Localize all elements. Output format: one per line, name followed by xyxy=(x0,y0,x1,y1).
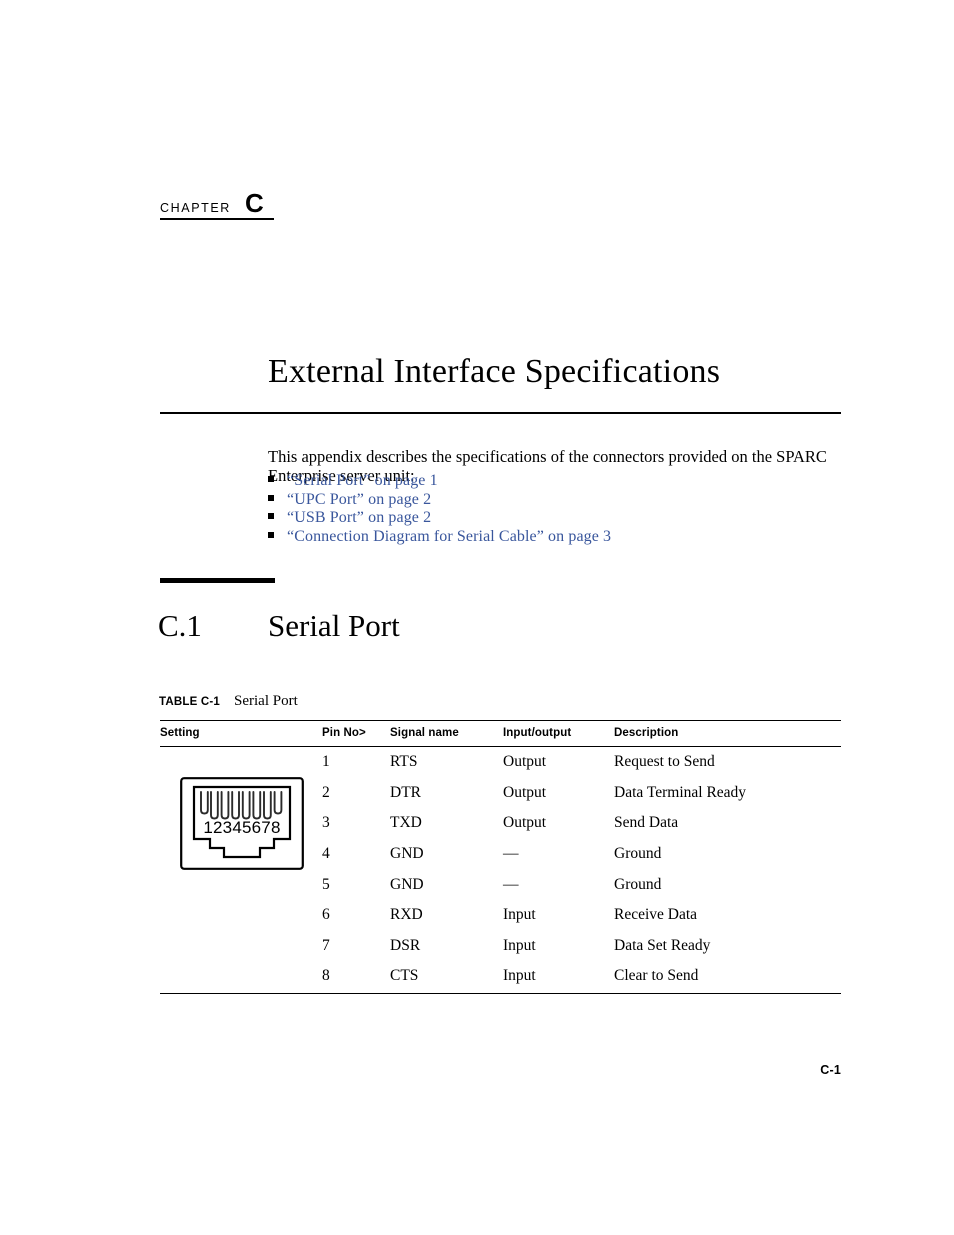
page-title: External Interface Specifications xyxy=(268,352,721,390)
section-heading: C.1 Serial Port xyxy=(158,608,400,644)
column-header-input-output: Input/output xyxy=(503,720,614,747)
bullet-square-icon xyxy=(268,531,274,538)
cell-pin-no: 2 xyxy=(322,783,330,801)
cell-setting xyxy=(160,931,322,962)
table-header: Setting Pin No> Signal name Input/output… xyxy=(160,720,841,747)
column-header-pin-no: Pin No> xyxy=(322,720,390,747)
cell-input-output: — xyxy=(503,875,519,893)
cell-description: Data Set Ready xyxy=(614,936,711,954)
cell-pin-no: 8 xyxy=(322,961,390,995)
cell-description: Request to Send xyxy=(614,753,715,771)
cell-setting xyxy=(160,747,322,778)
cell-input-output: Output xyxy=(503,753,547,771)
cell-pin-no: 3 xyxy=(322,814,330,832)
column-header-description: Description xyxy=(614,720,841,747)
bullet-square-icon xyxy=(268,476,274,482)
cell-description: Data Terminal Ready xyxy=(614,783,747,801)
chapter-underline-rule xyxy=(160,218,274,220)
cell-pin-no: 6 xyxy=(322,906,330,924)
table-row: 6 RXD Input Receive Data xyxy=(160,900,841,931)
cell-signal-name: RTS xyxy=(390,753,418,771)
cell-pin-no: 7 xyxy=(322,936,330,954)
cell-signal-name: DSR xyxy=(390,936,421,954)
page-number: C-1 xyxy=(820,1063,841,1077)
cell-description: Ground xyxy=(614,845,662,863)
cell-setting xyxy=(160,900,322,931)
cell-signal-name: GND xyxy=(390,875,424,893)
cell-description: Ground xyxy=(614,875,662,893)
chapter-letter: C xyxy=(244,188,264,218)
list-item[interactable]: “Serial Port” on page 1 xyxy=(268,472,828,491)
cell-input-output: Input xyxy=(503,961,614,995)
column-header-setting: Setting xyxy=(160,720,322,747)
table-caption-label: TABLE C-1 xyxy=(159,696,221,708)
cell-pin-no: 4 xyxy=(322,845,330,863)
cell-signal-name: DTR xyxy=(390,783,421,801)
cell-description: Clear to Send xyxy=(614,961,841,995)
list-item[interactable]: “Connection Diagram for Serial Cable” on… xyxy=(268,528,828,547)
column-header-signal-name: Signal name xyxy=(390,720,503,747)
link-serial-port[interactable]: “Serial Port” on page 1 xyxy=(287,472,438,490)
section-heading-rule xyxy=(160,578,275,583)
cell-description: Send Data xyxy=(614,814,679,832)
cell-pin-no: 1 xyxy=(322,753,330,771)
chapter-header: CHAPTER C xyxy=(160,188,278,220)
cell-input-output: Input xyxy=(503,906,536,924)
cell-pin-no: 5 xyxy=(322,875,330,893)
section-number: C.1 xyxy=(158,608,202,643)
bullet-square-icon xyxy=(268,494,274,501)
section-title: Serial Port xyxy=(268,608,400,643)
cell-signal-name: RXD xyxy=(390,906,423,924)
link-upc-port[interactable]: “UPC Port” on page 2 xyxy=(287,491,431,509)
table-row: 7 DSR Input Data Set Ready xyxy=(160,931,841,962)
table-row: 8 CTS Input Clear to Send xyxy=(160,961,841,995)
table-caption: TABLE C-1 Serial Port xyxy=(159,693,298,710)
cell-setting xyxy=(160,869,322,900)
cell-input-output: — xyxy=(503,845,519,863)
title-divider-rule xyxy=(160,412,841,414)
table-row: 1 RTS Output Request to Send xyxy=(160,747,841,778)
rj45-connector-icon: 12345678 xyxy=(180,777,304,870)
bullet-square-icon xyxy=(268,513,274,519)
cell-signal-name: GND xyxy=(390,845,424,863)
link-usb-port[interactable]: “USB Port” on page 2 xyxy=(287,509,431,527)
cell-setting xyxy=(160,961,322,995)
list-item[interactable]: “UPC Port” on page 2 xyxy=(268,491,828,510)
chapter-label: CHAPTER xyxy=(160,201,231,215)
table-caption-title: Serial Port xyxy=(234,693,298,709)
rj45-connector-figure: 12345678 xyxy=(180,777,304,870)
table-header-row: Setting Pin No> Signal name Input/output… xyxy=(160,720,841,747)
page-footer: C-1 xyxy=(0,1063,841,1077)
list-item[interactable]: “USB Port” on page 2 xyxy=(268,509,828,528)
cell-input-output: Output xyxy=(503,814,547,832)
chapter-header-row: CHAPTER C xyxy=(160,188,278,218)
cell-signal-name: TXD xyxy=(390,814,422,832)
cell-signal-name: CTS xyxy=(390,961,503,995)
cell-description: Receive Data xyxy=(614,906,698,924)
table-row: 5 GND — Ground xyxy=(160,869,841,900)
connector-pin-numbers-label: 12345678 xyxy=(203,818,280,837)
cell-input-output: Output xyxy=(503,783,547,801)
link-connection-diagram[interactable]: “Connection Diagram for Serial Cable” on… xyxy=(287,528,611,546)
cell-input-output: Input xyxy=(503,936,536,954)
cross-reference-link-list: “Serial Port” on page 1 “UPC Port” on pa… xyxy=(268,472,828,546)
